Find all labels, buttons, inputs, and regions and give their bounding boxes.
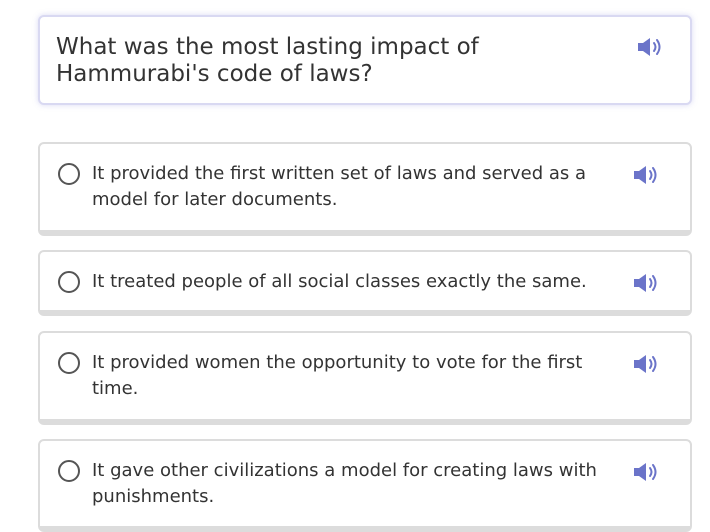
answer-option-4[interactable]: It gave other civilizations a model for … bbox=[38, 439, 692, 532]
quiz-page: What was the most lasting impact of Hamm… bbox=[0, 0, 710, 532]
speaker-icon[interactable] bbox=[632, 353, 660, 375]
radio-button[interactable] bbox=[58, 352, 80, 374]
speaker-icon[interactable] bbox=[632, 164, 660, 186]
answer-option-3[interactable]: It provided women the opportunity to vot… bbox=[38, 331, 692, 425]
radio-button[interactable] bbox=[58, 271, 80, 293]
speaker-icon[interactable] bbox=[632, 461, 660, 483]
answer-text: It provided the first written set of law… bbox=[92, 163, 587, 210]
answer-option-1[interactable]: It provided the first written set of law… bbox=[38, 142, 692, 236]
answer-option-2[interactable]: It treated people of all social classes … bbox=[38, 250, 692, 316]
question-text: What was the most lasting impact of Hamm… bbox=[56, 34, 479, 87]
radio-button[interactable] bbox=[58, 163, 80, 185]
answer-text: It treated people of all social classes … bbox=[92, 271, 587, 292]
answer-text: It provided women the opportunity to vot… bbox=[92, 352, 583, 399]
speaker-icon[interactable] bbox=[636, 36, 664, 58]
answer-text: It gave other civilizations a model for … bbox=[92, 460, 597, 507]
question-card: What was the most lasting impact of Hamm… bbox=[38, 15, 692, 105]
radio-button[interactable] bbox=[58, 460, 80, 482]
speaker-icon[interactable] bbox=[632, 272, 660, 294]
